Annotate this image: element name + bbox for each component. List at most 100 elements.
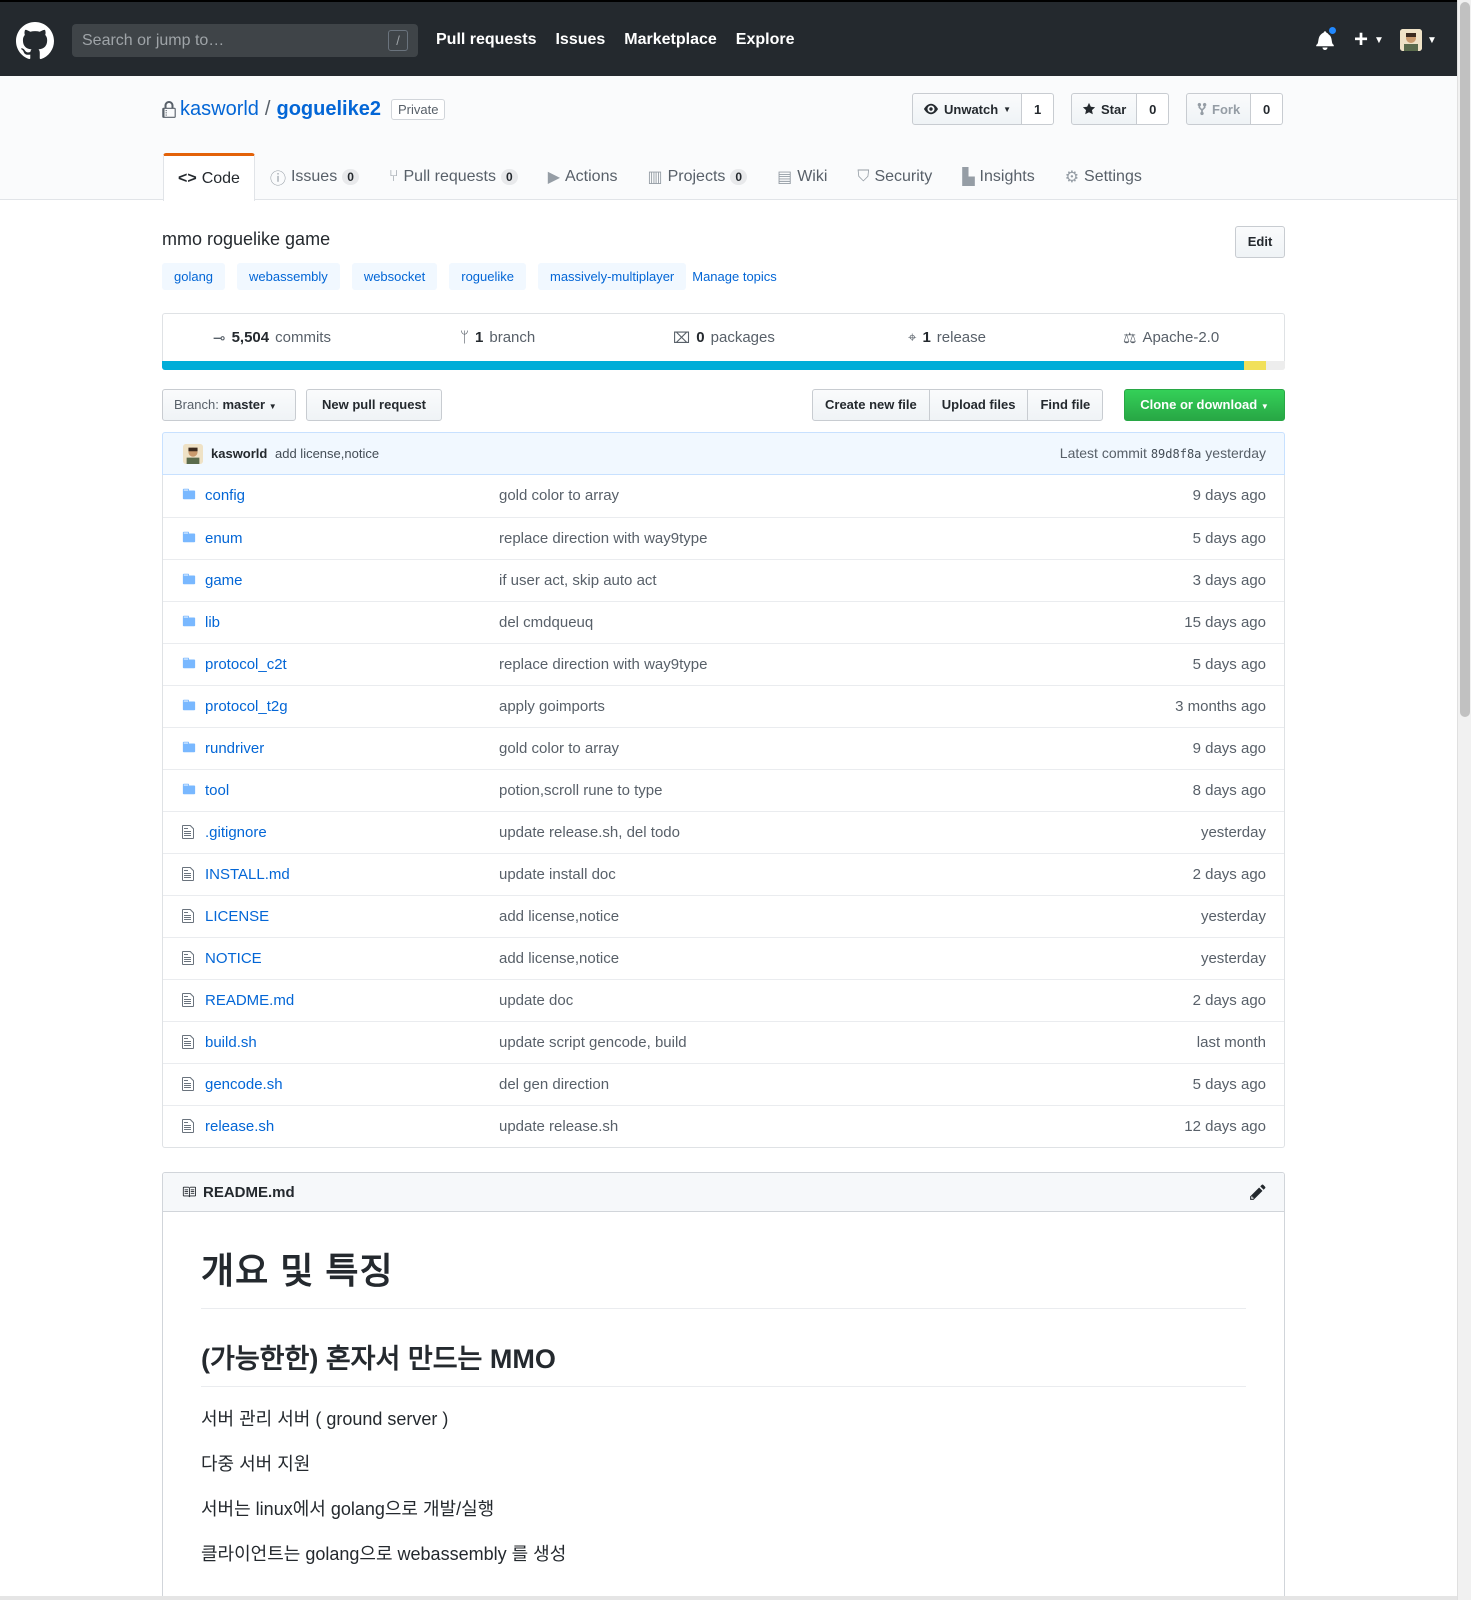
- file-commit-message-link[interactable]: update release.sh: [499, 1118, 618, 1135]
- file-name-link[interactable]: release.sh: [205, 1118, 274, 1135]
- table-row: enum replace direction with way9type 5 day…: [163, 517, 1284, 559]
- readme-paragraph: 서버 관리 서버 ( ground server ): [201, 1409, 449, 1429]
- file-name-link[interactable]: protocol_t2g: [205, 698, 288, 715]
- topic-tag[interactable]: webassembly: [237, 263, 340, 290]
- avatar[interactable]: [1400, 29, 1422, 51]
- file-commit-message-link[interactable]: gold color to array: [499, 487, 619, 504]
- private-badge: Private: [390, 99, 446, 120]
- branch-select-button[interactable]: Branch: master ▼: [162, 389, 296, 421]
- forks-count[interactable]: 0: [1251, 93, 1284, 125]
- unwatch-button[interactable]: Unwatch ▼: [912, 93, 1023, 125]
- file-name-link[interactable]: protocol_c2t: [205, 656, 287, 673]
- language-bar[interactable]: [162, 361, 1285, 370]
- packages-count: 0: [696, 329, 705, 346]
- tab-security[interactable]: ⛉ Security: [842, 153, 947, 200]
- file-name-link[interactable]: lib: [205, 614, 220, 631]
- tab-wiki[interactable]: ▤ Wiki: [762, 153, 842, 200]
- file-commit-message-link[interactable]: potion,scroll rune to type: [499, 782, 662, 799]
- file-commit-message-link[interactable]: del cmdqueuq: [499, 614, 593, 631]
- file-commit-message-link[interactable]: if user act, skip auto act: [499, 572, 657, 589]
- file-commit-age: yesterday: [1200, 950, 1266, 967]
- file-commit-message-link[interactable]: update release.sh, del todo: [499, 824, 680, 841]
- repo-name-link[interactable]: goguelike2: [276, 98, 380, 121]
- nav-pull-requests[interactable]: Pull requests: [436, 31, 536, 49]
- commit-message-link[interactable]: add license,notice: [275, 446, 379, 461]
- repo-owner-link[interactable]: kasworld: [180, 98, 259, 121]
- file-commit-message-link[interactable]: gold color to array: [499, 740, 619, 757]
- file-name-link[interactable]: .gitignore: [205, 824, 267, 841]
- file-name-link[interactable]: game: [205, 572, 243, 589]
- file-commit-message-link[interactable]: add license,notice: [499, 908, 619, 925]
- file-commit-message-link[interactable]: replace direction with way9type: [499, 530, 707, 547]
- file-commit-age: 2 days ago: [1192, 992, 1266, 1009]
- releases-link[interactable]: ⌖ 1 release: [908, 314, 986, 361]
- file-name-link[interactable]: tool: [205, 782, 229, 799]
- fork-button[interactable]: Fork: [1186, 93, 1252, 125]
- file-name-link[interactable]: rundriver: [205, 740, 264, 757]
- commits-link[interactable]: ⊸ 5,504 commits: [213, 314, 331, 361]
- commit-author-link[interactable]: kasworld: [211, 446, 267, 461]
- tab-code[interactable]: <> Code: [163, 153, 255, 201]
- license-link[interactable]: ⚖ Apache-2.0: [1123, 314, 1219, 361]
- file-icon: [181, 824, 197, 840]
- tab-insights[interactable]: ▙ Insights: [947, 153, 1049, 200]
- window-bottom-edge: [0, 1596, 1457, 1600]
- tab-pull-requests[interactable]: ⑂ Pull requests 0: [374, 153, 533, 200]
- file-commit-message-link[interactable]: apply goimports: [499, 698, 605, 715]
- tab-settings[interactable]: ⚙ Settings: [1050, 153, 1157, 200]
- page-scrollbar[interactable]: [1457, 0, 1471, 1600]
- tab-projects[interactable]: ▥ Projects 0: [632, 153, 762, 200]
- file-name-link[interactable]: INSTALL.md: [205, 866, 290, 883]
- file-name-link[interactable]: README.md: [205, 992, 294, 1009]
- nav-explore[interactable]: Explore: [736, 31, 795, 49]
- branches-link[interactable]: ᛘ 1 branch: [460, 314, 535, 361]
- edit-description-button[interactable]: Edit: [1235, 226, 1285, 258]
- topic-tag[interactable]: roguelike: [449, 263, 526, 290]
- create-new-file-button[interactable]: Create new file: [812, 389, 930, 421]
- file-commit-message-link[interactable]: update doc: [499, 992, 573, 1009]
- find-file-button[interactable]: Find file: [1027, 389, 1104, 421]
- star-button[interactable]: Star: [1071, 93, 1138, 125]
- table-row: tool potion,scroll rune to type 8 days ago: [163, 769, 1284, 811]
- tab-actions[interactable]: ▶ Actions: [533, 153, 633, 200]
- new-pull-request-button[interactable]: New pull request: [306, 389, 442, 421]
- file-name-link[interactable]: LICENSE: [205, 908, 269, 925]
- pencil-icon[interactable]: [1250, 1183, 1266, 1201]
- file-commit-message-link[interactable]: del gen direction: [499, 1076, 609, 1093]
- upload-files-button[interactable]: Upload files: [928, 389, 1029, 421]
- github-logo-icon[interactable]: [16, 22, 54, 60]
- file-commit-message-link[interactable]: add license,notice: [499, 950, 619, 967]
- avatar[interactable]: [183, 444, 203, 464]
- clone-label: Clone or download: [1140, 397, 1258, 412]
- file-name-link[interactable]: config: [205, 487, 245, 504]
- tab-issues[interactable]: ⓘ Issues 0: [255, 153, 374, 200]
- folder-icon: [181, 572, 197, 588]
- table-row: gencode.sh del gen direction 5 days ago: [163, 1063, 1284, 1105]
- topics-list: golang webassembly websocket roguelike m…: [162, 263, 777, 290]
- clone-or-download-button[interactable]: Clone or download ▼: [1124, 389, 1285, 421]
- stargazers-count[interactable]: 0: [1137, 93, 1170, 125]
- packages-link[interactable]: ⌧ 0 packages: [673, 314, 775, 361]
- topic-tag[interactable]: massively-multiplayer: [538, 263, 687, 290]
- plus-icon[interactable]: +: [1354, 26, 1368, 54]
- nav-marketplace[interactable]: Marketplace: [624, 31, 717, 49]
- file-name-link[interactable]: enum: [205, 530, 243, 547]
- file-commit-message-link[interactable]: replace direction with way9type: [499, 656, 707, 673]
- scrollbar-thumb[interactable]: [1460, 2, 1470, 717]
- topic-tag[interactable]: websocket: [351, 263, 438, 290]
- readme-filename[interactable]: README.md: [203, 1184, 295, 1201]
- table-row: protocol_t2g apply goimports 3 months ago: [163, 685, 1284, 727]
- nav-issues[interactable]: Issues: [555, 31, 605, 49]
- file-name-link[interactable]: gencode.sh: [205, 1076, 283, 1093]
- watchers-count[interactable]: 1: [1022, 93, 1055, 125]
- tab-label: Wiki: [797, 168, 828, 185]
- file-list: config gold color to array 9 days ago enum r…: [162, 475, 1285, 1148]
- file-name-link[interactable]: NOTICE: [205, 950, 262, 967]
- file-name-link[interactable]: build.sh: [205, 1034, 257, 1051]
- file-commit-message-link[interactable]: update script gencode, build: [499, 1034, 687, 1051]
- search-input[interactable]: Search or jump to… /: [72, 24, 418, 57]
- file-commit-message-link[interactable]: update install doc: [499, 866, 616, 883]
- commit-sha-link[interactable]: 89d8f8a: [1151, 447, 1202, 461]
- topic-tag[interactable]: golang: [162, 263, 226, 290]
- manage-topics-link[interactable]: Manage topics: [692, 269, 777, 284]
